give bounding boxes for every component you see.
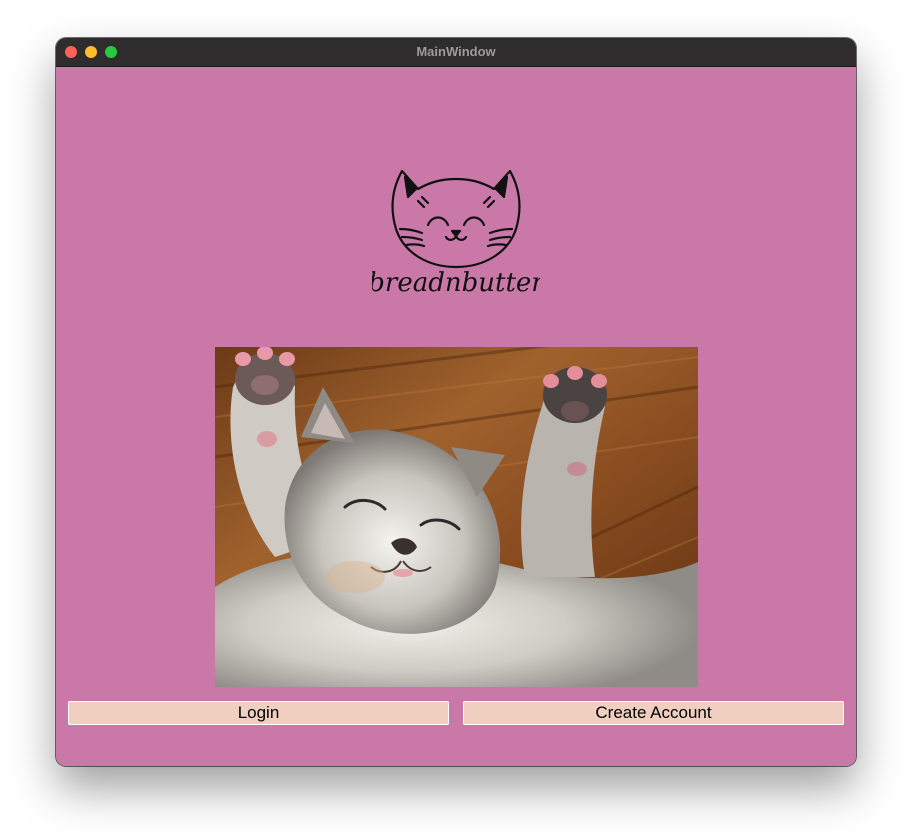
breadnbutter-logo: breadnbutter [372,169,540,298]
main-content: breadnbutter Login Create Account [56,67,856,766]
kitten-photo [215,347,698,687]
window-title: MainWindow [416,44,496,59]
logo-wordmark: breadnbutter [372,268,540,298]
title-bar: MainWindow [56,38,856,67]
main-window: MainWindow breadnbutter Login Create Acc… [56,38,856,766]
cat-face-icon [391,169,521,269]
login-button[interactable]: Login [68,701,449,725]
create-account-button[interactable]: Create Account [463,701,844,725]
